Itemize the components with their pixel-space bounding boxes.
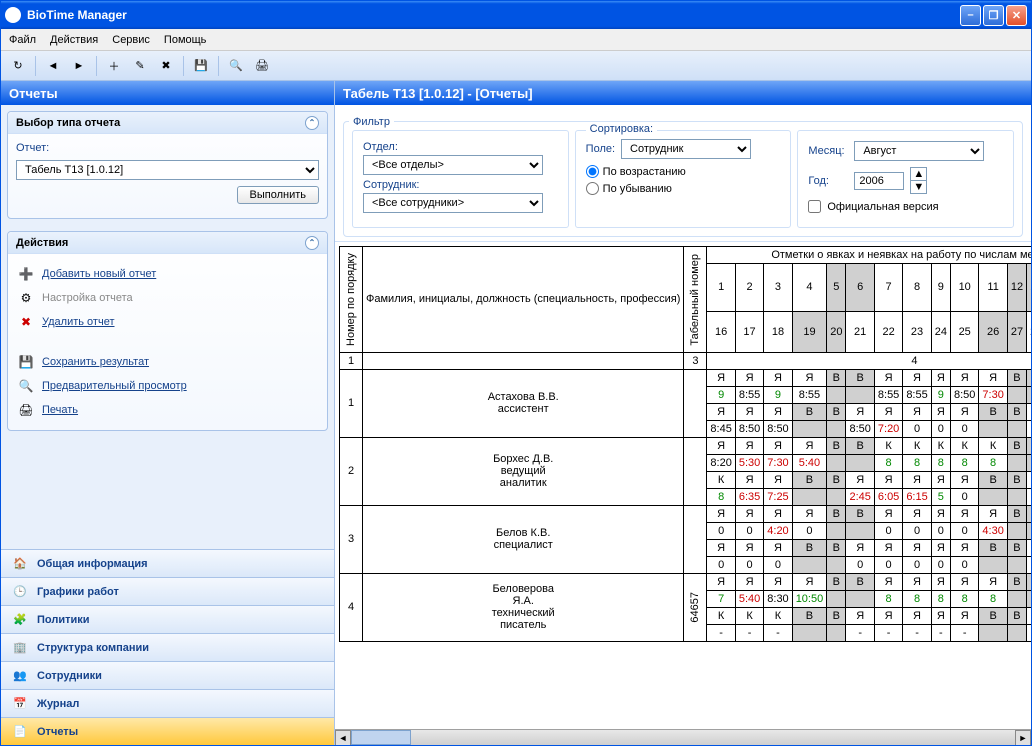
scroll-thumb[interactable] bbox=[351, 730, 411, 745]
nav-reports[interactable]: 📄 Отчеты bbox=[1, 717, 334, 745]
print-link-icon: 🖨 bbox=[18, 402, 34, 418]
menubar: Файл Действия Сервис Помощь bbox=[1, 29, 1031, 51]
year-spinner[interactable] bbox=[854, 172, 904, 190]
sort-asc-label: По возрастанию bbox=[603, 166, 686, 178]
nav-label: Сотрудники bbox=[37, 670, 102, 682]
preview-icon[interactable]: 🔍 bbox=[225, 55, 247, 77]
horizontal-scrollbar[interactable]: ◄ ► bbox=[335, 729, 1031, 745]
refresh-icon[interactable]: ↻ bbox=[7, 55, 29, 77]
minimize-button[interactable]: – bbox=[960, 5, 981, 26]
nav-employees[interactable]: 👥 Сотрудники bbox=[1, 661, 334, 689]
titlebar: BioTime Manager – ❐ ✕ bbox=[1, 1, 1031, 29]
app-icon bbox=[5, 7, 21, 23]
report-select[interactable]: Табель Т13 [1.0.12] bbox=[16, 160, 319, 180]
close-button[interactable]: ✕ bbox=[1006, 5, 1027, 26]
people-icon: 👥 bbox=[11, 667, 29, 685]
report-table: Номер по порядкуФамилия, инициалы, должн… bbox=[339, 246, 1031, 642]
collapse-icon[interactable]: ⌃ bbox=[305, 236, 319, 250]
nav-journal[interactable]: 📅 Журнал bbox=[1, 689, 334, 717]
menu-file[interactable]: Файл bbox=[9, 34, 36, 46]
official-checkbox[interactable] bbox=[808, 200, 821, 213]
delete-report-icon: ✖ bbox=[18, 314, 34, 330]
save-icon[interactable]: 💾 bbox=[190, 55, 212, 77]
collapse-icon[interactable]: ⌃ bbox=[305, 116, 319, 130]
nav-label: Графики работ bbox=[37, 586, 119, 598]
report-label: Отчет: bbox=[16, 142, 49, 154]
month-label: Месяц: bbox=[808, 145, 848, 157]
scroll-left-icon[interactable]: ◄ bbox=[335, 730, 351, 745]
nav-label: Общая информация bbox=[37, 558, 148, 570]
settings-report-link[interactable]: Настройка отчета bbox=[42, 292, 133, 304]
sidebar-title: Отчеты bbox=[1, 81, 334, 105]
calendar-icon: 📅 bbox=[11, 695, 29, 713]
sort-caption: Сортировка: bbox=[586, 123, 657, 135]
nav-label: Политики bbox=[37, 614, 90, 626]
app-window: BioTime Manager – ❐ ✕ Файл Действия Серв… bbox=[0, 0, 1032, 746]
nav-label: Журнал bbox=[37, 698, 79, 710]
sidebar: Отчеты Выбор типа отчета ⌃ Отчет: Табель… bbox=[1, 81, 335, 745]
window-title: BioTime Manager bbox=[27, 8, 960, 22]
sort-field-label: Поле: bbox=[586, 143, 615, 155]
dept-select[interactable]: <Все отделы> bbox=[363, 155, 543, 175]
nav: 🏠 Общая информация 🕒 Графики работ 🧩 Полити… bbox=[1, 549, 334, 745]
add-report-link[interactable]: Добавить новый отчет bbox=[42, 268, 156, 280]
preview-link-icon: 🔍 bbox=[18, 378, 34, 394]
actions-header: Действия bbox=[16, 237, 68, 249]
report-type-header: Выбор типа отчета bbox=[16, 117, 120, 129]
edit-icon[interactable]: ✎ bbox=[129, 55, 151, 77]
settings-report-icon: ⚙ bbox=[18, 290, 34, 306]
report-icon: 📄 bbox=[11, 723, 29, 741]
delete-icon[interactable]: ✖ bbox=[155, 55, 177, 77]
main-title: Табель Т13 [1.0.12] - [Отчеты] bbox=[335, 81, 1031, 105]
nav-label: Структура компании bbox=[37, 642, 149, 654]
year-up-icon[interactable]: ▲ bbox=[911, 168, 926, 181]
puzzle-icon: 🧩 bbox=[11, 611, 29, 629]
nav-schedules[interactable]: 🕒 Графики работ bbox=[1, 577, 334, 605]
print-icon[interactable]: 🖨 bbox=[251, 55, 273, 77]
add-icon[interactable]: ＋ bbox=[103, 55, 125, 77]
report-type-panel: Выбор типа отчета ⌃ Отчет: Табель Т13 [1… bbox=[7, 111, 328, 219]
back-icon[interactable]: ◄ bbox=[42, 55, 64, 77]
menu-actions[interactable]: Действия bbox=[50, 34, 98, 46]
forward-icon[interactable]: ► bbox=[68, 55, 90, 77]
print-link[interactable]: Печать bbox=[42, 404, 78, 416]
nav-general[interactable]: 🏠 Общая информация bbox=[1, 549, 334, 577]
emp-label: Сотрудник: bbox=[363, 179, 558, 191]
sort-desc-label: По убыванию bbox=[603, 183, 672, 195]
nav-structure[interactable]: 🏢 Структура компании bbox=[1, 633, 334, 661]
emp-select[interactable]: <Все сотрудники> bbox=[363, 193, 543, 213]
preview-link[interactable]: Предварительный просмотр bbox=[42, 380, 187, 392]
year-label: Год: bbox=[808, 175, 848, 187]
run-button[interactable]: Выполнить bbox=[237, 186, 319, 204]
dept-label: Отдел: bbox=[363, 141, 558, 153]
nav-policies[interactable]: 🧩 Политики bbox=[1, 605, 334, 633]
official-label: Официальная версия bbox=[827, 201, 938, 213]
nav-label: Отчеты bbox=[37, 726, 78, 738]
menu-help[interactable]: Помощь bbox=[164, 34, 207, 46]
save-result-icon: 💾 bbox=[18, 354, 34, 370]
sort-desc-radio[interactable] bbox=[586, 182, 599, 195]
sort-field-select[interactable]: Сотрудник bbox=[621, 139, 751, 159]
main: Табель Т13 [1.0.12] - [Отчеты] Фильтр От… bbox=[335, 81, 1031, 745]
filter-panel: Фильтр Отдел: <Все отделы> Сотрудник: <В… bbox=[335, 105, 1031, 241]
report-grid[interactable]: Номер по порядкуФамилия, инициалы, должн… bbox=[335, 241, 1031, 729]
menu-service[interactable]: Сервис bbox=[112, 34, 150, 46]
org-icon: 🏢 bbox=[11, 639, 29, 657]
maximize-button[interactable]: ❐ bbox=[983, 5, 1004, 26]
actions-panel: Действия ⌃ ➕ Добавить новый отчет ⚙ Настро… bbox=[7, 231, 328, 431]
delete-report-link[interactable]: Удалить отчет bbox=[42, 316, 115, 328]
month-select[interactable]: Август bbox=[854, 141, 984, 161]
save-result-link[interactable]: Сохранить результат bbox=[42, 356, 149, 368]
toolbar: ↻ ◄ ► ＋ ✎ ✖ 💾 🔍 🖨 bbox=[1, 51, 1031, 81]
filter-caption: Фильтр bbox=[349, 116, 394, 128]
scroll-right-icon[interactable]: ► bbox=[1015, 730, 1031, 745]
year-down-icon[interactable]: ▼ bbox=[911, 181, 926, 193]
sort-asc-radio[interactable] bbox=[586, 165, 599, 178]
home-icon: 🏠 bbox=[11, 555, 29, 573]
add-report-icon: ➕ bbox=[18, 266, 34, 282]
clock-icon: 🕒 bbox=[11, 583, 29, 601]
